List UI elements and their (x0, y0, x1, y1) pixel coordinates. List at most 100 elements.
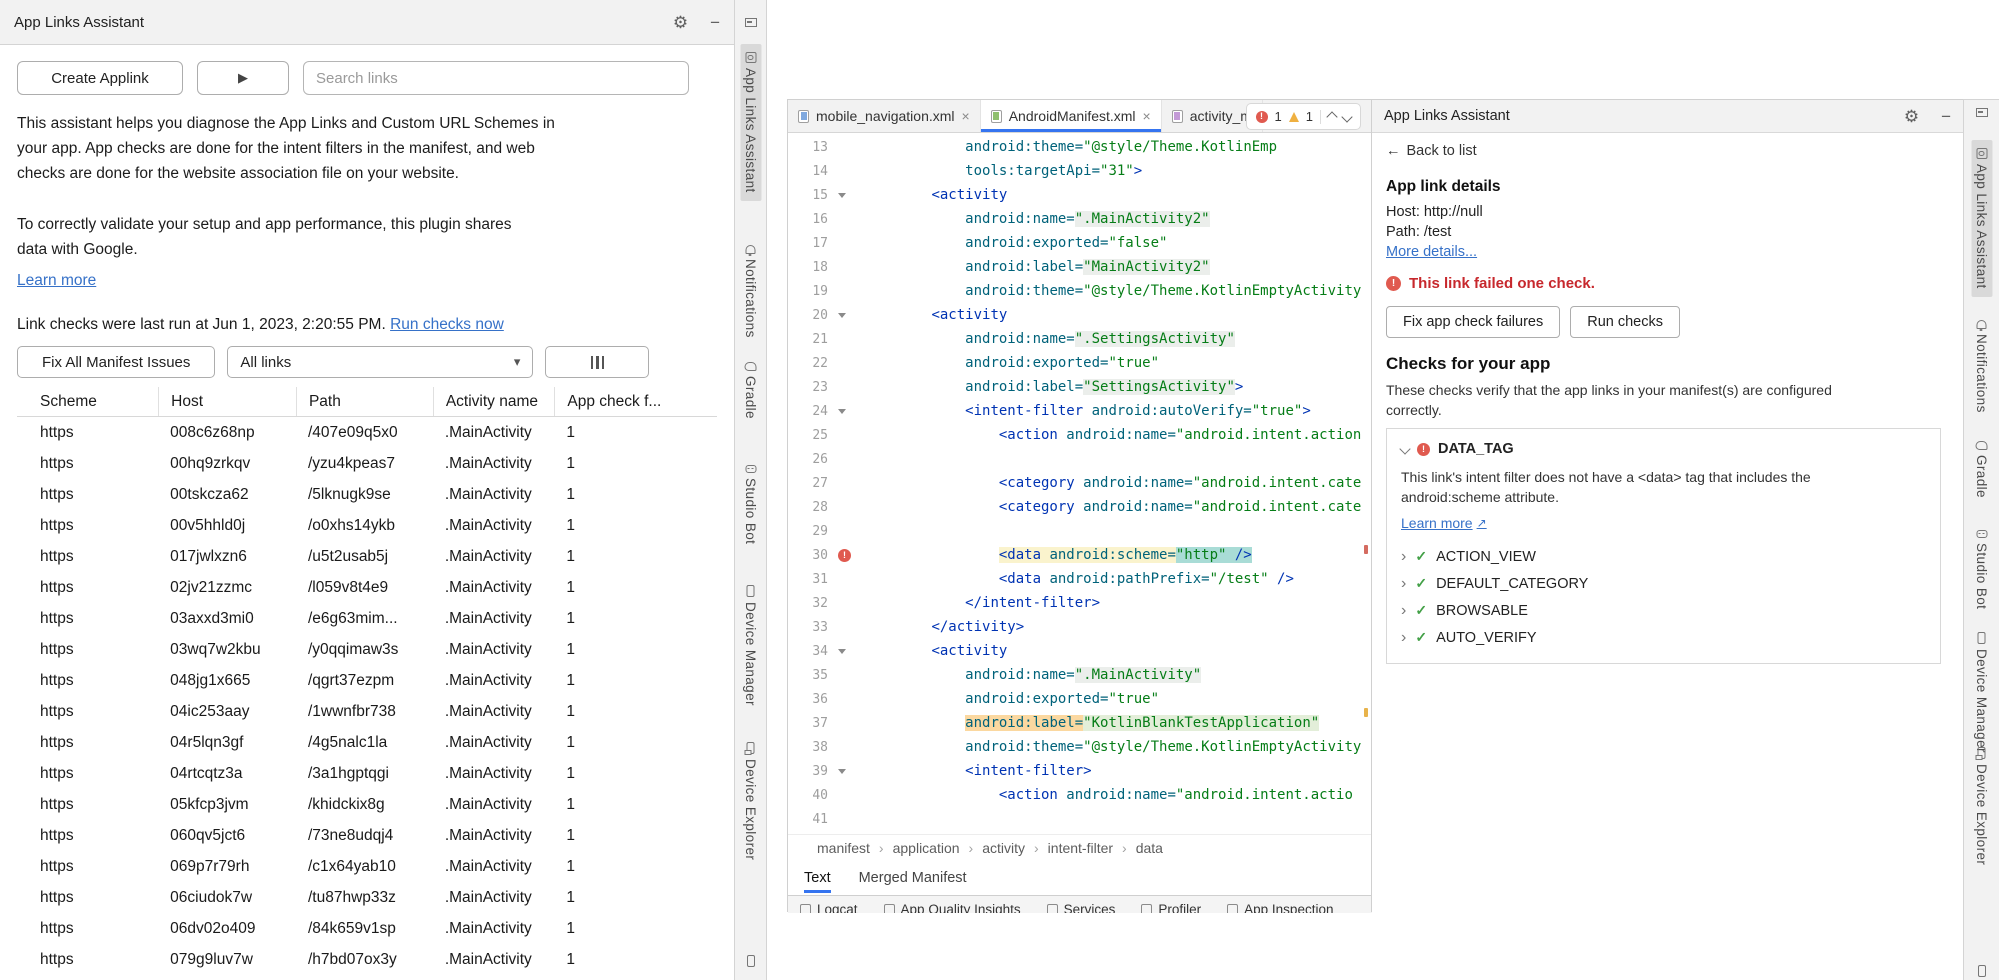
table-row[interactable]: https00hq9zrkqv/yzu4kpeas7.MainActivity1 (17, 448, 717, 479)
sidebar-item-device-manager[interactable]: Device Manager (743, 585, 758, 706)
sidebar-item-studio-bot[interactable]: Studio Bot (743, 465, 758, 544)
column-header-host[interactable]: Host (158, 387, 296, 416)
code-line[interactable]: 31 <data android:pathPrefix="/test" /> (788, 567, 1372, 591)
bottom-bar-item-logcat[interactable]: Logcat (800, 902, 858, 914)
breadcrumb-item-data[interactable]: data (1136, 840, 1163, 856)
fold-icon[interactable] (838, 409, 846, 414)
minimize-icon[interactable]: − (1941, 108, 1951, 125)
columns-button[interactable] (545, 346, 649, 378)
run-checks-button[interactable]: Run checks (1570, 306, 1680, 338)
fix-app-check-failures-button[interactable]: Fix app check failures (1386, 306, 1560, 338)
code-line[interactable]: 20 <activity (788, 303, 1372, 327)
dock-icon[interactable] (745, 18, 757, 27)
sidebar-item-studio-bot[interactable]: Studio Bot (1974, 530, 1989, 609)
table-row[interactable]: https06ciudok7w/tu87hwp33z.MainActivity1 (17, 882, 717, 913)
prev-issue-icon[interactable] (1326, 111, 1337, 122)
fold-icon[interactable] (838, 313, 846, 318)
code-line[interactable]: 34 <activity (788, 639, 1372, 663)
code-editor[interactable]: 13 android:theme="@style/Theme.KotlinEmp… (788, 133, 1372, 835)
code-line[interactable]: 39 <intent-filter> (788, 759, 1372, 783)
learn-more-link[interactable]: Learn more (17, 272, 96, 290)
fold-icon[interactable] (838, 649, 846, 654)
create-applink-button[interactable]: Create Applink (17, 61, 183, 95)
passed-check-default_category[interactable]: ›✓DEFAULT_CATEGORY (1401, 570, 1926, 597)
code-line[interactable]: 15 <activity (788, 183, 1372, 207)
table-row[interactable]: https04r5lqn3gf/4g5nalc1la.MainActivity1 (17, 727, 717, 758)
code-line[interactable]: 29 (788, 519, 1372, 543)
table-row[interactable]: https069p7r79rh/c1x64yab10.MainActivity1 (17, 851, 717, 882)
table-row[interactable]: https04rtcqtz3a/3a1hgptqgi.MainActivity1 (17, 758, 717, 789)
code-line[interactable]: 18 android:label="MainActivity2" (788, 255, 1372, 279)
code-line[interactable]: 28 <category android:name="android.inten… (788, 495, 1372, 519)
passed-check-auto_verify[interactable]: ›✓AUTO_VERIFY (1401, 624, 1926, 651)
close-icon[interactable]: × (1143, 108, 1151, 124)
table-row[interactable]: https03axxd3mi0/e6g63mim....MainActivity… (17, 603, 717, 634)
table-row[interactable]: https079g9luv7w/h7bd07ox3y.MainActivity1 (17, 944, 717, 975)
table-row[interactable]: https06dv02o409/84k659v1sp.MainActivity1 (17, 913, 717, 944)
code-line[interactable]: 25 <action android:name="android.intent.… (788, 423, 1372, 447)
gear-icon[interactable]: ⚙ (673, 14, 688, 31)
editor-tab-mobile-navigation-xml[interactable]: mobile_navigation.xml× (788, 100, 981, 132)
breadcrumb-item-manifest[interactable]: manifest (817, 840, 870, 856)
dock-icon[interactable] (1976, 108, 1988, 117)
code-line[interactable]: 40 <action android:name="android.intent.… (788, 783, 1372, 807)
code-line[interactable]: 17 android:exported="false" (788, 231, 1372, 255)
sidebar-item-gradle[interactable]: Gradle (743, 362, 758, 419)
sidebar-item-app-links-assistant[interactable]: App Links Assistant (1971, 140, 1992, 297)
failed-check-row[interactable]: ! DATA_TAG (1401, 441, 1926, 457)
table-row[interactable]: https00v5hhld0j/o0xhs14ykb.MainActivity1 (17, 510, 717, 541)
sidebar-item-device-manager[interactable]: Device Manager (1974, 632, 1989, 753)
gear-icon[interactable]: ⚙ (1904, 108, 1919, 125)
passed-check-browsable[interactable]: ›✓BROWSABLE (1401, 597, 1926, 624)
column-header-app-check[interactable]: App check f... (554, 387, 717, 416)
code-line[interactable]: 35 android:name=".MainActivity" (788, 663, 1372, 687)
table-row[interactable]: https03wq7w2kbu/y0qqimaw3s.MainActivity1 (17, 634, 717, 665)
close-icon[interactable]: × (962, 108, 970, 124)
passed-check-action_view[interactable]: ›✓ACTION_VIEW (1401, 543, 1926, 570)
search-links-input[interactable] (303, 61, 689, 95)
links-filter-dropdown[interactable]: All links ▾ (227, 346, 533, 378)
column-header-scheme[interactable]: Scheme (17, 387, 158, 416)
breadcrumb-item-application[interactable]: application (893, 840, 960, 856)
code-line[interactable]: 30! <data android:scheme="http" /> (788, 543, 1372, 567)
back-to-list-link[interactable]: ← Back to list (1386, 143, 1477, 159)
table-row[interactable]: https060qv5jct6/73ne8udqj4.MainActivity1 (17, 820, 717, 851)
table-row[interactable]: https048jg1x665/qgrt37ezpm.MainActivity1 (17, 665, 717, 696)
code-line[interactable]: 37 android:label="KotlinBlankTestApplica… (788, 711, 1372, 735)
bottom-bar-item-services[interactable]: Services (1047, 902, 1116, 914)
fold-icon[interactable] (838, 769, 846, 774)
sidebar-item-app-links-assistant[interactable]: App Links Assistant (740, 44, 761, 201)
run-checks-now-link[interactable]: Run checks now (390, 316, 504, 333)
inspection-widget[interactable]: ! 1 1 (1246, 103, 1361, 130)
code-line[interactable]: 14 tools:targetApi="31"> (788, 159, 1372, 183)
code-line[interactable]: 38 android:theme="@style/Theme.KotlinEmp… (788, 735, 1372, 759)
code-line[interactable]: 23 android:label="SettingsActivity"> (788, 375, 1372, 399)
breadcrumb-item-intent-filter[interactable]: intent-filter (1048, 840, 1113, 856)
run-button[interactable]: ▶ (197, 61, 289, 95)
code-line[interactable]: 33 </activity> (788, 615, 1372, 639)
table-row[interactable]: https04ic253aay/1wwnfbr738.MainActivity1 (17, 696, 717, 727)
code-line[interactable]: 27 <category android:name="android.inten… (788, 471, 1372, 495)
code-line[interactable]: 21 android:name=".SettingsActivity" (788, 327, 1372, 351)
table-row[interactable]: https00tskcza62/5lknugk9se.MainActivity1 (17, 479, 717, 510)
code-line[interactable]: 22 android:exported="true" (788, 351, 1372, 375)
mode-tab-merged-manifest[interactable]: Merged Manifest (859, 864, 967, 893)
bottom-bar-item-app-inspection[interactable]: App Inspection (1227, 902, 1333, 914)
bottom-tool-icon[interactable] (747, 955, 755, 967)
editor-tab-androidmanifest-xml[interactable]: AndroidManifest.xml× (981, 100, 1162, 132)
code-line[interactable]: 19 android:theme="@style/Theme.KotlinEmp… (788, 279, 1372, 303)
code-line[interactable]: 24 <intent-filter android:autoVerify="tr… (788, 399, 1372, 423)
more-details-link[interactable]: More details... (1386, 244, 1477, 260)
code-line[interactable]: 16 android:name=".MainActivity2" (788, 207, 1372, 231)
bottom-bar-item-profiler[interactable]: Profiler (1141, 902, 1201, 914)
sidebar-item-gradle[interactable]: Gradle (1974, 441, 1989, 498)
sidebar-item-device-explorer[interactable]: Device Explorer (743, 742, 758, 860)
code-line[interactable]: 41 (788, 807, 1372, 831)
warning-stripe-mark[interactable] (1364, 708, 1368, 717)
code-line[interactable]: 36 android:exported="true" (788, 687, 1372, 711)
check-learn-more-link[interactable]: Learn more ↗ (1401, 515, 1487, 531)
mode-tab-text[interactable]: Text (804, 864, 831, 893)
code-line[interactable]: 26 (788, 447, 1372, 471)
column-header-path[interactable]: Path (296, 387, 433, 416)
error-stripe-mark[interactable] (1364, 545, 1368, 554)
